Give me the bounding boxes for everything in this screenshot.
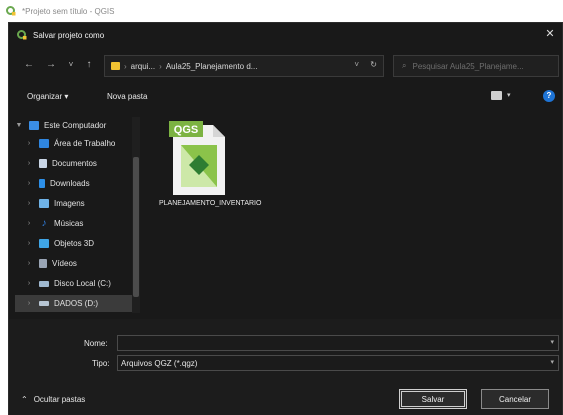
sidebar-item-music[interactable]: › ♪ Músicas — [25, 215, 133, 232]
navigation-pane: ▼ Este Computador › Área de Trabalho › D… — [9, 117, 145, 313]
sidebar-item-label: Documentos — [52, 159, 97, 168]
sidebar-item-label: Vídeos — [52, 259, 77, 268]
save-form: Nome: ▾ Tipo: Arquivos QGZ (*.qgz) ▾ ⌃ O… — [9, 319, 562, 415]
breadcrumb-item[interactable]: arqui... — [131, 62, 155, 71]
file-name-input[interactable]: ▾ — [117, 335, 559, 351]
file-name-label: Nome: — [84, 339, 108, 348]
save-button[interactable]: Salvar — [399, 389, 467, 409]
sidebar-item-downloads[interactable]: › Downloads — [25, 175, 133, 192]
file-item[interactable]: QGS PLANEJAMENTO_INVENTARIO — [159, 119, 262, 229]
breadcrumb-separator-icon: › — [159, 61, 162, 71]
sidebar-scrollbar[interactable] — [132, 117, 140, 313]
expand-chevron-icon[interactable]: ▼ — [15, 122, 23, 129]
help-icon[interactable]: ? — [543, 90, 555, 102]
file-type-label: Tipo: — [92, 359, 110, 368]
expand-chevron-icon[interactable]: › — [25, 280, 33, 287]
sidebar-item-documents[interactable]: › Documentos — [25, 155, 133, 172]
file-type-value: Arquivos QGZ (*.qgz) — [121, 358, 198, 368]
hide-folders-label: Ocultar pastas — [33, 395, 86, 404]
sidebar-item-label: Este Computador — [44, 121, 107, 130]
expand-chevron-icon[interactable]: › — [25, 300, 33, 307]
recent-locations-chevron-icon[interactable]: ˅ — [65, 59, 77, 71]
chevron-down-icon[interactable]: ▾ — [550, 358, 554, 366]
sidebar-item-label: Downloads — [50, 179, 90, 188]
new-folder-button[interactable]: Nova pasta — [107, 92, 147, 101]
sidebar-item-label: Imagens — [54, 199, 85, 208]
dialog-title: Salvar projeto como — [33, 30, 105, 40]
navigation-bar: ← → ˅ ↑ › arqui... › Aula25_Planejamento… — [9, 55, 562, 77]
breadcrumb-item[interactable]: Aula25_Planejamento d... — [166, 62, 258, 71]
sidebar-item-videos[interactable]: › Vídeos — [25, 255, 133, 272]
sidebar-item-desktop[interactable]: › Área de Trabalho — [25, 135, 133, 152]
sidebar-item-label: Disco Local (C:) — [54, 279, 111, 288]
drive-icon — [39, 280, 49, 287]
expand-chevron-icon[interactable]: › — [25, 160, 33, 167]
qgis-logo-icon — [17, 30, 27, 40]
search-input[interactable]: ⌕ Pesquisar Aula25_Planejame... — [393, 55, 559, 77]
sidebar-item-label: Músicas — [54, 219, 84, 228]
hide-folders-toggle[interactable]: ⌃ Ocultar pastas — [21, 395, 85, 404]
address-dropdown-icon[interactable]: ˅ — [354, 60, 359, 69]
sidebar-item-local-disk-c[interactable]: › Disco Local (C:) — [25, 275, 133, 292]
folder-icon — [111, 62, 120, 70]
qgs-file-icon: QGS — [169, 121, 225, 195]
qgis-window-title-bar: *Projeto sem título - QGIS — [0, 0, 563, 22]
sidebar-item-label: Área de Trabalho — [54, 139, 116, 148]
sidebar-item-images[interactable]: › Imagens — [25, 195, 133, 212]
file-type-badge: QGS — [174, 124, 198, 136]
expand-chevron-icon[interactable]: › — [25, 240, 33, 247]
computer-icon — [29, 121, 39, 130]
toolbar: Organizar ▾ Nova pasta ▾ ? — [9, 89, 562, 107]
expand-chevron-icon[interactable]: › — [25, 180, 33, 187]
sidebar-item-label: DADOS (D:) — [54, 299, 98, 308]
sidebar-item-label: Objetos 3D — [54, 239, 95, 248]
chevron-up-icon: ⌃ — [21, 395, 28, 404]
view-options-icon[interactable] — [491, 91, 502, 100]
up-arrow-icon[interactable]: ↑ — [83, 59, 95, 71]
desktop-icon — [39, 139, 49, 148]
forward-arrow-icon[interactable]: → — [45, 59, 57, 71]
chevron-down-icon[interactable]: ▾ — [550, 338, 554, 346]
breadcrumb-separator-icon: › — [124, 61, 127, 71]
expand-chevron-icon[interactable]: › — [25, 200, 33, 207]
objects-3d-icon — [39, 239, 49, 248]
save-project-dialog: Salvar projeto como ✕ ← → ˅ ↑ › arqui...… — [8, 22, 563, 415]
file-type-select[interactable]: Arquivos QGZ (*.qgz) ▾ — [117, 355, 559, 371]
documents-icon — [39, 159, 47, 168]
dialog-title-bar: Salvar projeto como ✕ — [9, 23, 562, 47]
qgis-logo-icon — [6, 6, 16, 16]
search-placeholder: Pesquisar Aula25_Planejame... — [412, 61, 524, 71]
address-bar[interactable]: › arqui... › Aula25_Planejamento d... ˅ … — [104, 55, 384, 77]
downloads-icon — [39, 179, 45, 188]
view-options-chevron-icon[interactable]: ▾ — [507, 91, 511, 99]
images-icon — [39, 199, 49, 208]
search-icon: ⌕ — [402, 61, 407, 70]
videos-icon — [39, 259, 47, 268]
refresh-icon[interactable]: ↻ — [370, 60, 377, 69]
file-name: PLANEJAMENTO_INVENTARIO — [159, 200, 262, 207]
sidebar-item-data-d[interactable]: › DADOS (D:) — [15, 295, 133, 312]
expand-chevron-icon[interactable]: › — [25, 140, 33, 147]
sidebar-item-3d-objects[interactable]: › Objetos 3D — [25, 235, 133, 252]
scrollbar-thumb[interactable] — [133, 157, 139, 297]
organize-button[interactable]: Organizar ▾ — [27, 92, 68, 101]
cancel-button[interactable]: Cancelar — [481, 389, 549, 409]
expand-chevron-icon[interactable]: › — [25, 220, 33, 227]
drive-icon — [39, 301, 49, 306]
music-icon: ♪ — [41, 218, 47, 229]
expand-chevron-icon[interactable]: › — [25, 260, 33, 267]
sidebar-item-this-pc[interactable]: ▼ Este Computador — [15, 117, 133, 134]
back-arrow-icon[interactable]: ← — [23, 59, 35, 71]
close-icon[interactable]: ✕ — [544, 28, 556, 40]
qgis-window-title: *Projeto sem título - QGIS — [22, 6, 115, 16]
